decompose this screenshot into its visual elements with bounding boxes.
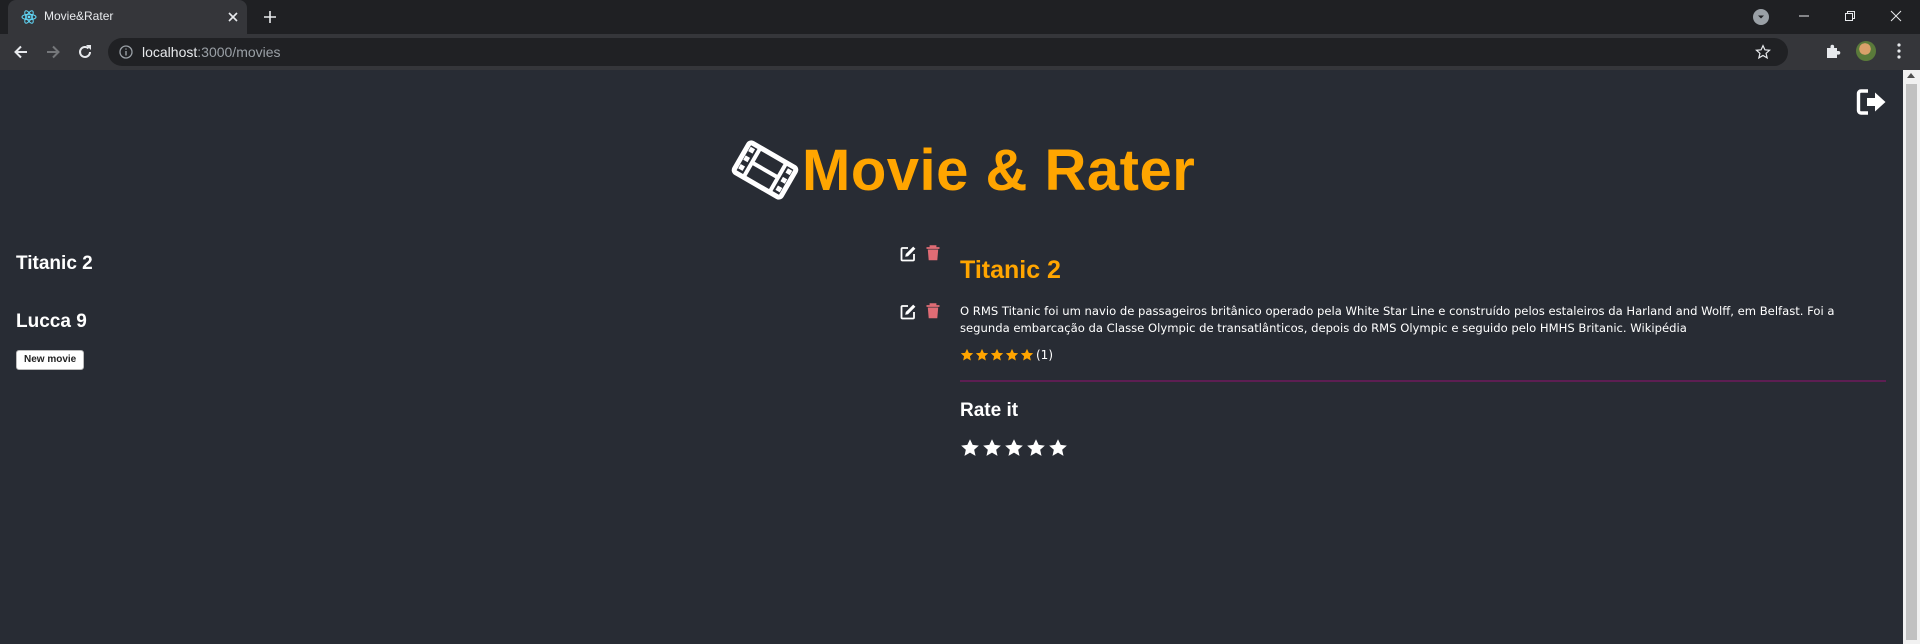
- browser-tab-bar: Movie&Rater: [0, 0, 1920, 34]
- rate-stars: [960, 438, 1070, 458]
- reload-icon[interactable]: [75, 42, 95, 62]
- close-window-button[interactable]: [1876, 4, 1916, 28]
- new-tab-icon[interactable]: [262, 9, 278, 25]
- trash-icon[interactable]: [924, 244, 942, 262]
- browser-toolbar: localhost:3000/movies: [0, 34, 1920, 70]
- movie-list-item[interactable]: Titanic 2: [16, 253, 93, 275]
- scrollbar-thumb[interactable]: [1906, 84, 1917, 640]
- vertical-scrollbar[interactable]: [1903, 70, 1920, 644]
- forward-arrow-icon[interactable]: [43, 42, 63, 62]
- divider: [960, 380, 1886, 382]
- close-tab-icon[interactable]: [226, 10, 240, 24]
- info-icon[interactable]: [119, 45, 133, 59]
- profile-avatar[interactable]: [1856, 41, 1876, 61]
- browser-tab[interactable]: Movie&Rater: [8, 0, 247, 34]
- page-content: Movie & Rater Titanic 2 Lucca 9 New movi…: [0, 70, 1903, 644]
- average-rating: (1): [960, 348, 1053, 362]
- star-icon: [975, 348, 989, 361]
- film-icon: [731, 140, 799, 200]
- address-bar[interactable]: localhost:3000/movies: [108, 38, 1788, 66]
- scroll-up-arrow-icon[interactable]: [1907, 73, 1915, 78]
- restore-button[interactable]: [1830, 4, 1870, 28]
- movie-title[interactable]: Lucca 9: [16, 311, 87, 332]
- rate-star-icon[interactable]: [960, 438, 980, 458]
- url-host: localhost: [142, 44, 198, 60]
- app-title: Movie & Rater: [802, 137, 1196, 203]
- react-icon: [21, 10, 37, 24]
- edit-icon[interactable]: [899, 245, 917, 263]
- rate-star-icon[interactable]: [1026, 438, 1046, 458]
- edit-icon[interactable]: [899, 303, 917, 321]
- movie-detail: Titanic 2: [960, 256, 1886, 285]
- more-menu-icon[interactable]: [1891, 42, 1907, 60]
- rate-star-icon[interactable]: [982, 438, 1002, 458]
- back-arrow-icon[interactable]: [11, 42, 31, 62]
- rating-count: (1): [1036, 348, 1053, 362]
- rate-star-icon[interactable]: [1048, 438, 1068, 458]
- tab-title: Movie&Rater: [44, 9, 114, 23]
- minimize-button[interactable]: [1784, 4, 1824, 28]
- star-icon: [990, 348, 1004, 361]
- movie-title[interactable]: Titanic 2: [16, 253, 93, 274]
- app-header: Movie & Rater: [730, 130, 1195, 210]
- extensions-puzzle-icon[interactable]: [1824, 42, 1842, 60]
- trash-icon[interactable]: [924, 302, 942, 320]
- star-icon: [960, 348, 974, 361]
- sign-out-icon[interactable]: [1856, 88, 1888, 116]
- bookmark-star-icon[interactable]: [1755, 44, 1771, 60]
- rate-star-icon[interactable]: [1004, 438, 1024, 458]
- url-path: :3000/movies: [197, 44, 281, 60]
- movie-list-item[interactable]: Lucca 9: [16, 311, 87, 333]
- new-movie-button[interactable]: New movie: [16, 350, 85, 370]
- detail-description: O RMS Titanic foi um navio de passageiro…: [960, 304, 1835, 335]
- star-icon: [1005, 348, 1019, 361]
- star-icon: [1020, 348, 1034, 361]
- rate-title: Rate it: [960, 400, 1019, 421]
- detail-title: Titanic 2: [960, 256, 1061, 284]
- url-text: localhost:3000/movies: [142, 44, 281, 60]
- tab-search-icon[interactable]: [1753, 9, 1769, 25]
